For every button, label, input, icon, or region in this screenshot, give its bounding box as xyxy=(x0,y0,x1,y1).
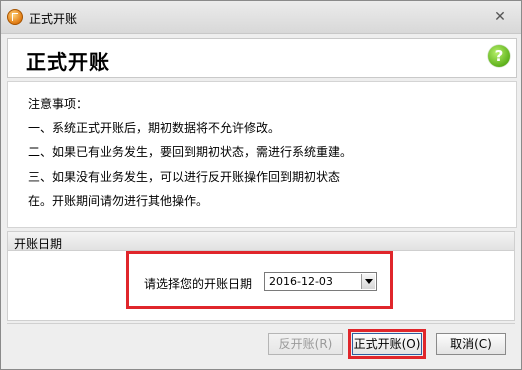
notes-panel: 注意事项： 一、系统正式开账后，期初数据将不允许修改。 二、如果已有业务发生，要… xyxy=(7,81,517,228)
title-bar[interactable]: 正式开账 ✕ xyxy=(1,1,521,34)
app-logo-icon xyxy=(7,9,23,25)
notes-heading: 注意事项： xyxy=(28,97,89,111)
date-prompt-label: 请选择您的开账日期 xyxy=(144,277,253,291)
help-icon[interactable]: ? xyxy=(488,45,510,67)
chevron-down-icon[interactable] xyxy=(361,274,375,289)
note-line-2: 二、如果已有业务发生，要回到期初状态，需进行系统重建。 xyxy=(28,145,353,159)
open-date-select[interactable]: 2016-12-03 xyxy=(264,272,377,291)
note-line-4: 在。开账期间请勿进行其他操作。 xyxy=(28,194,209,208)
header-panel: 正式开账 ? xyxy=(7,38,517,78)
dialog-window: 正式开账 ✕ 正式开账 ? 注意事项： 一、系统正式开账后，期初数据将不允许修改… xyxy=(0,0,522,370)
window-title: 正式开账 xyxy=(29,12,78,26)
reverse-open-button[interactable]: 反开账(R) xyxy=(268,333,343,355)
note-line-1: 一、系统正式开账后，期初数据将不允许修改。 xyxy=(28,121,281,135)
close-icon[interactable]: ✕ xyxy=(493,10,507,24)
open-date-value: 2016-12-03 xyxy=(269,275,333,288)
open-date-group-header: 开账日期 xyxy=(7,231,515,251)
page-title: 正式开账 xyxy=(26,50,110,74)
open-date-group-label: 开账日期 xyxy=(14,237,63,251)
formal-open-button[interactable]: 正式开账(O) xyxy=(348,329,426,359)
cancel-button[interactable]: 取消(C) xyxy=(436,333,506,355)
note-line-3: 三、如果没有业务发生，可以进行反开账操作回到期初状态 xyxy=(28,170,341,184)
footer-divider xyxy=(7,323,515,324)
